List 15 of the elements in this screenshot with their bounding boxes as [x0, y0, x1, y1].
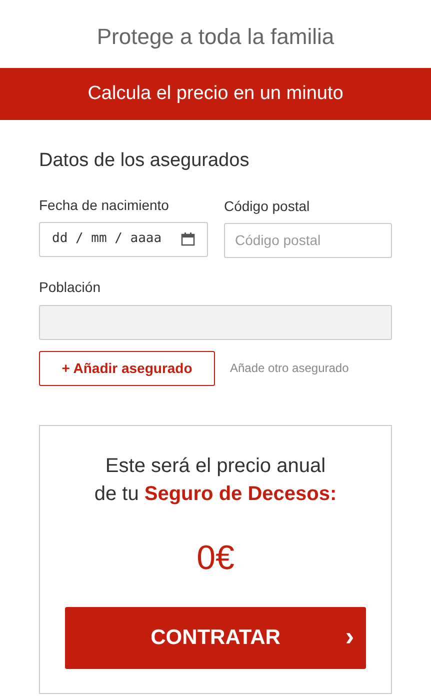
- section-heading: Datos de los asegurados: [39, 149, 250, 173]
- contract-button[interactable]: CONTRATAR ›: [65, 606, 366, 668]
- field-label: Población: [39, 278, 102, 296]
- banner-text: Calcula el precio en un minuto: [88, 82, 344, 106]
- hint-text: Añade otro asegurado: [230, 360, 349, 377]
- page-title: Protege a toda la familia: [96, 22, 334, 51]
- field-label: Fecha de nacimiento: [39, 196, 170, 214]
- calendar-icon[interactable]: [181, 232, 195, 246]
- add-insured-button[interactable]: + Añadir asegurado: [39, 350, 215, 386]
- date-field[interactable]: dd / mm / aaaa: [39, 222, 208, 256]
- chevron-icon: ›: [345, 620, 354, 650]
- field-label: Código postal: [224, 196, 311, 214]
- price-value: 0€: [196, 538, 234, 578]
- postal-code-field[interactable]: Código postal: [224, 222, 392, 258]
- price-description: Este será el precio anual de tu Seguro de Decesos:: [94, 454, 337, 506]
